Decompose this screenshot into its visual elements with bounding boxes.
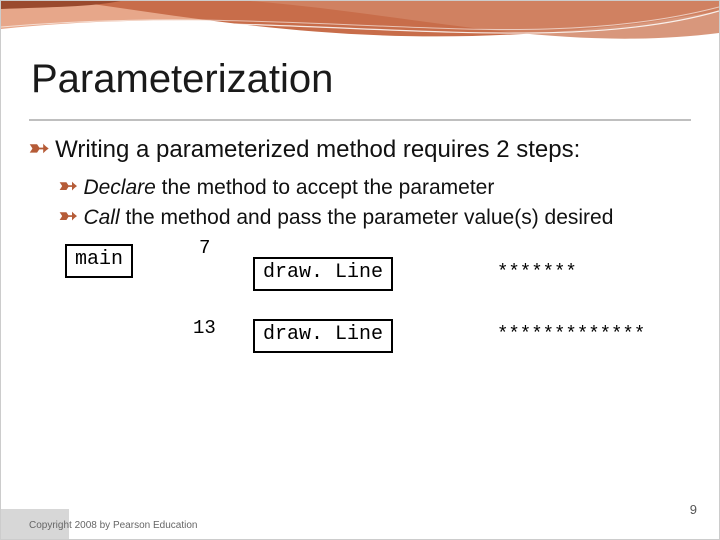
bullet-icon: ➳: [29, 134, 49, 164]
call-diagram: main 7 draw. Line ******* 13 draw. Line …: [65, 257, 679, 369]
bullet-level1: ➳Writing a parameterized method requires…: [29, 135, 691, 165]
bullet-icon: ➳: [59, 202, 77, 230]
box-main: main: [65, 244, 133, 278]
sub2-rest: the method and pass the parameter value(…: [120, 206, 614, 229]
page-number: 9: [690, 502, 697, 517]
sub2-em: Call: [83, 206, 119, 229]
output-stars-1: *******: [497, 261, 577, 283]
title-underline: [29, 119, 691, 121]
sub1-em: Declare: [83, 176, 155, 199]
output-stars-2: *************: [497, 323, 645, 345]
diagram-row-2: 13 draw. Line *************: [65, 319, 679, 369]
bullet-level2-declare: ➳ Declare the method to accept the parame…: [59, 173, 691, 201]
bullet-level2-call: ➳ Call the method and pass the parameter …: [59, 203, 691, 231]
diagram-row-1: main 7 draw. Line *******: [65, 257, 679, 307]
slide-title: Parameterization: [31, 57, 333, 102]
swoosh-svg: [1, 1, 719, 63]
slide: Parameterization ➳Writing a parameterize…: [0, 0, 720, 540]
arg-7: 7: [199, 237, 210, 259]
box-drawline-2: draw. Line: [253, 319, 393, 353]
arg-13: 13: [193, 317, 216, 339]
box-drawline-1: draw. Line: [253, 257, 393, 291]
bullet-icon: ➳: [59, 172, 77, 200]
sub1-rest: the method to accept the parameter: [156, 176, 495, 199]
body-text: ➳Writing a parameterized method requires…: [29, 135, 691, 234]
copyright-footer: Copyright 2008 by Pearson Education: [29, 520, 197, 531]
decorative-swoosh: [1, 1, 719, 63]
bullet1-text: Writing a parameterized method requires …: [55, 136, 580, 163]
